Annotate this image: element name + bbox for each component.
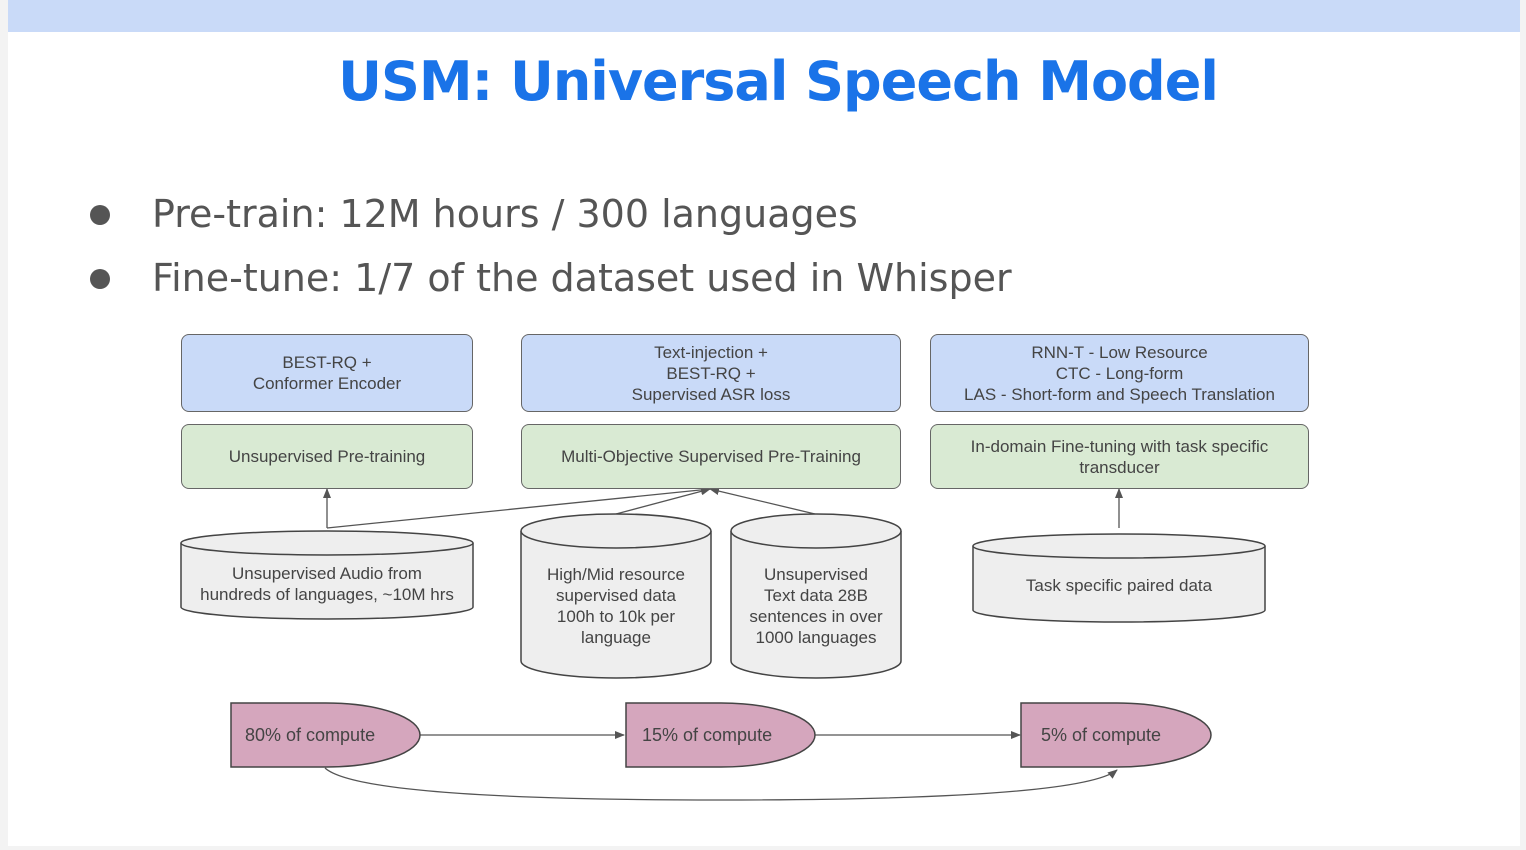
compute-label-80: 80% of compute — [245, 724, 376, 745]
arrow-text-to-multiobjective — [709, 487, 816, 515]
dataset-label-text: Unsupervised Text data 28B sentences in … — [749, 565, 883, 647]
method-box-decoders: RNN-T - Low Resource CTC - Long-form LAS… — [930, 334, 1309, 412]
compute-label-15: 15% of compute — [642, 724, 773, 745]
dataset-label-audio: Unsupervised Audio from hundreds of lang… — [200, 564, 454, 604]
arrow-compute-1-to-3-curve — [324, 767, 1118, 801]
stage-box-unsupervised-pretraining: Unsupervised Pre-training — [181, 424, 473, 489]
stage-box-fine-tuning: In-domain Fine-tuning with task specific… — [930, 424, 1309, 489]
arrow-supervised-to-multiobjective — [615, 487, 711, 515]
dataset-label-task: Task specific paired data — [1025, 575, 1213, 595]
stage-box-multi-objective: Multi-Objective Supervised Pre-Training — [521, 424, 901, 489]
method-box-text-injection: Text-injection + BEST-RQ + Supervised AS… — [521, 334, 901, 412]
dataset-label-supervised: High/Mid resource supervised data 100h t… — [547, 565, 685, 647]
method-box-bestrq: BEST-RQ + Conformer Encoder — [181, 334, 473, 412]
compute-label-5: 5% of compute — [1041, 724, 1162, 745]
